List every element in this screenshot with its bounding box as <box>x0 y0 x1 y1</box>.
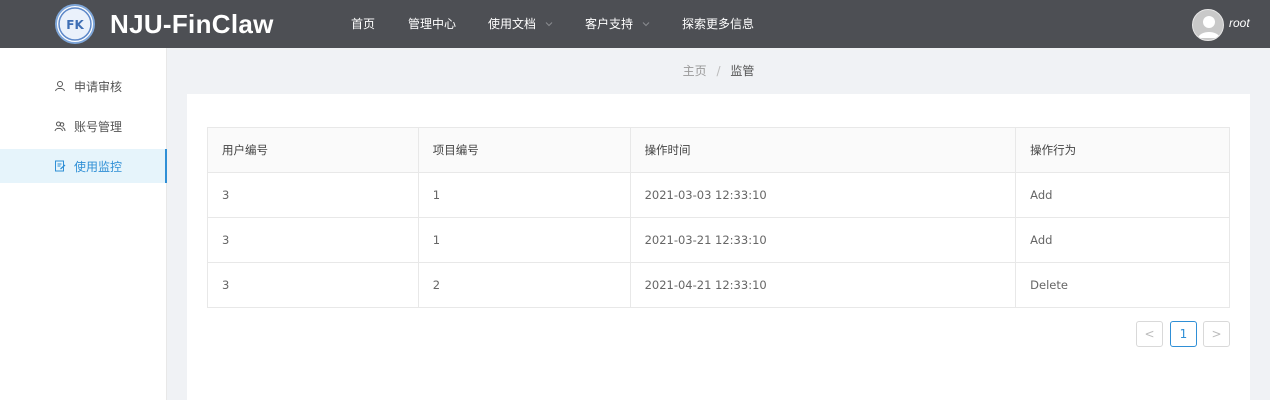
nav-docs[interactable]: 使用文档 <box>488 0 554 48</box>
cell-operation-time: 2021-04-21 12:33:10 <box>629 262 1017 308</box>
cell-user-id: 3 <box>207 217 419 263</box>
nav-management-center[interactable]: 管理中心 <box>408 0 456 48</box>
logo-icon[interactable]: FK <box>55 4 95 44</box>
cell-operation-action: Add <box>1015 172 1230 218</box>
chevron-down-icon <box>642 22 650 27</box>
user-icon <box>55 81 65 92</box>
cell-project-id: 1 <box>417 172 631 218</box>
table-header-row: 用户编号 项目编号 操作时间 操作行为 <box>207 127 1230 173</box>
sidebar-item-label: 使用监控 <box>74 159 123 174</box>
column-header-operation-action: 操作行为 <box>1015 127 1230 173</box>
sidebar-item-label: 申请审核 <box>74 79 123 94</box>
top-navbar: FK NJU-FinClaw 首页 管理中心 使用文档 客户支持 探索更多信息 … <box>0 0 1270 48</box>
sidebar: 申请审核 账号管理 使用监控 <box>0 48 167 400</box>
chevron-right-icon: > <box>1211 327 1222 341</box>
nav-support-label: 客户支持 <box>585 17 634 31</box>
svg-text:FK: FK <box>66 18 84 32</box>
pagination-next-button[interactable]: > <box>1203 321 1230 347</box>
nav-home-label: 首页 <box>351 17 376 31</box>
cell-operation-action: Add <box>1015 217 1230 263</box>
monitor-doc-icon <box>55 160 66 172</box>
pagination-page-number: 1 <box>1179 327 1188 341</box>
nav-docs-label: 使用文档 <box>488 17 537 31</box>
table-row: 3 2 2021-04-21 12:33:10 Delete <box>207 262 1230 308</box>
cell-operation-action: Delete <box>1015 262 1230 308</box>
chevron-left-icon: < <box>1144 327 1155 341</box>
breadcrumb: 主页 / 监管 <box>167 62 1270 79</box>
monitoring-table: 用户编号 项目编号 操作时间 操作行为 3 1 2021-03-03 12:33… <box>207 127 1230 308</box>
breadcrumb-home[interactable]: 主页 <box>683 64 707 78</box>
users-icon <box>54 121 66 132</box>
nav-home[interactable]: 首页 <box>351 0 375 48</box>
table-row: 3 1 2021-03-03 12:33:10 Add <box>207 172 1230 218</box>
sidebar-item-label: 账号管理 <box>74 119 123 134</box>
nav-management-center-label: 管理中心 <box>408 17 457 31</box>
chevron-down-icon <box>545 22 553 27</box>
cell-user-id: 3 <box>207 262 419 308</box>
brand-title[interactable]: NJU-FinClaw <box>110 6 274 42</box>
nav-support[interactable]: 客户支持 <box>585 0 651 48</box>
username[interactable]: root <box>1229 16 1250 30</box>
sidebar-item-account-management[interactable]: 账号管理 <box>0 109 167 143</box>
breadcrumb-separator: / <box>716 64 721 78</box>
pagination-prev-button[interactable]: < <box>1136 321 1163 347</box>
column-header-project-id: 项目编号 <box>417 127 631 173</box>
nav-explore-more-label: 探索更多信息 <box>682 17 755 31</box>
sidebar-item-application-review[interactable]: 申请审核 <box>0 69 167 103</box>
column-header-user-id: 用户编号 <box>207 127 419 173</box>
nav-explore-more[interactable]: 探索更多信息 <box>682 0 754 48</box>
cell-project-id: 1 <box>417 217 631 263</box>
column-header-operation-time: 操作时间 <box>629 127 1017 173</box>
table-row: 3 1 2021-03-21 12:33:10 Add <box>207 217 1230 263</box>
pagination-page-button[interactable]: 1 <box>1170 321 1197 347</box>
cell-operation-time: 2021-03-03 12:33:10 <box>629 172 1017 218</box>
user-avatar-icon[interactable] <box>1192 9 1224 41</box>
cell-user-id: 3 <box>207 172 419 218</box>
sidebar-item-usage-monitoring[interactable]: 使用监控 <box>0 149 167 183</box>
cell-operation-time: 2021-03-21 12:33:10 <box>629 217 1017 263</box>
cell-project-id: 2 <box>417 262 631 308</box>
breadcrumb-current: 监管 <box>730 64 755 78</box>
